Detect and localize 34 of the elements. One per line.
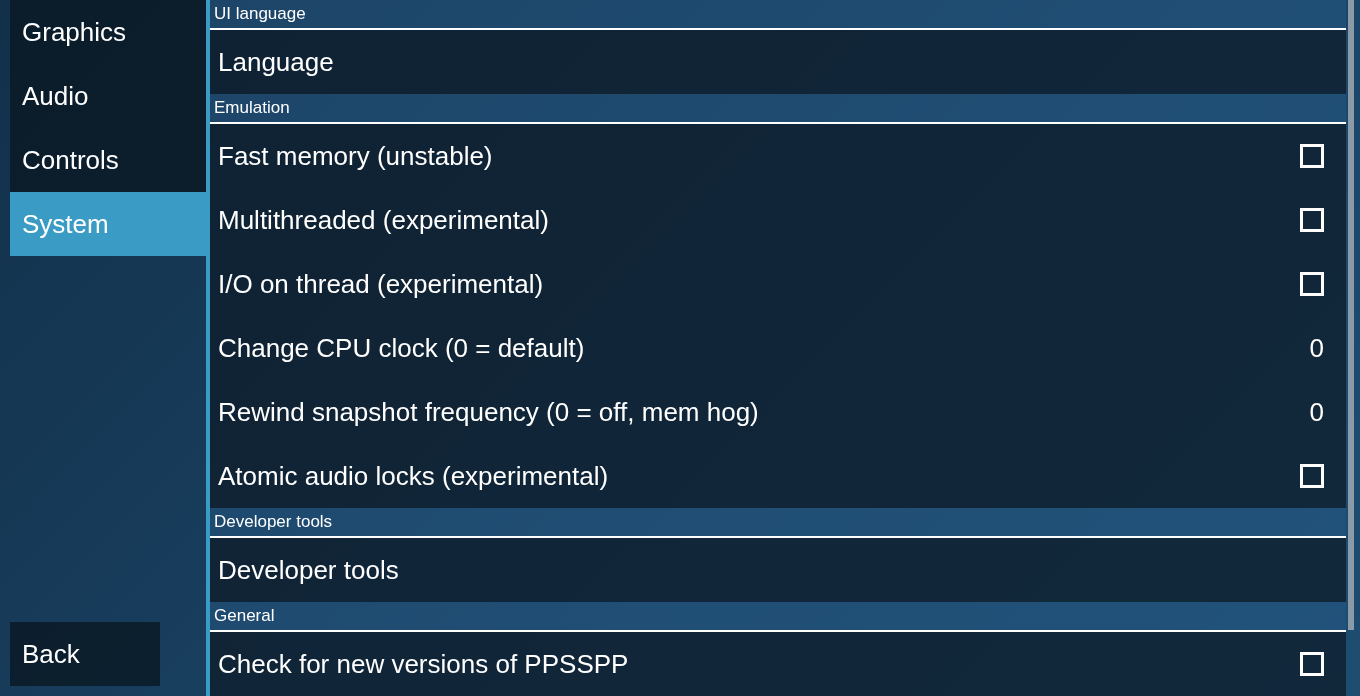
setting-row[interactable]: Multithreaded (experimental) bbox=[210, 188, 1346, 252]
section-header: UI language bbox=[210, 0, 1346, 30]
setting-row[interactable]: Atomic audio locks (experimental) bbox=[210, 444, 1346, 508]
checkbox[interactable] bbox=[1300, 208, 1324, 232]
category-tab[interactable]: Graphics bbox=[10, 0, 206, 64]
setting-value: 0 bbox=[1309, 396, 1324, 428]
section-header: Emulation bbox=[210, 94, 1346, 124]
setting-row[interactable]: Developer tools bbox=[210, 538, 1346, 602]
checkbox[interactable] bbox=[1300, 144, 1324, 168]
setting-label: Fast memory (unstable) bbox=[218, 140, 493, 172]
setting-label: Language bbox=[218, 46, 334, 78]
setting-row[interactable]: Fast memory (unstable) bbox=[210, 124, 1346, 188]
setting-row[interactable]: Language bbox=[210, 30, 1346, 94]
setting-label: Developer tools bbox=[218, 554, 399, 586]
setting-label: Change CPU clock (0 = default) bbox=[218, 332, 585, 364]
setting-row[interactable]: I/O on thread (experimental) bbox=[210, 252, 1346, 316]
category-tab[interactable]: Audio bbox=[10, 64, 206, 128]
section-header: General bbox=[210, 602, 1346, 632]
setting-row[interactable]: Rewind snapshot frequency (0 = off, mem hog) 0 bbox=[210, 380, 1346, 444]
setting-row[interactable]: Check for new versions of PPSSPP bbox=[210, 632, 1346, 696]
checkbox[interactable] bbox=[1300, 464, 1324, 488]
setting-label: Atomic audio locks (experimental) bbox=[218, 460, 609, 492]
setting-label: Rewind snapshot frequency (0 = off, mem hog) bbox=[218, 396, 759, 428]
setting-row[interactable]: Change CPU clock (0 = default) 0 bbox=[210, 316, 1346, 380]
section-header: Developer tools bbox=[210, 508, 1346, 538]
scrollbar[interactable] bbox=[1348, 0, 1354, 630]
checkbox[interactable] bbox=[1300, 652, 1324, 676]
category-tab[interactable]: Controls bbox=[10, 128, 206, 192]
checkbox[interactable] bbox=[1300, 272, 1324, 296]
setting-label: I/O on thread (experimental) bbox=[218, 268, 544, 300]
setting-label: Multithreaded (experimental) bbox=[218, 204, 549, 236]
setting-value: 0 bbox=[1309, 332, 1324, 364]
setting-label: Check for new versions of PPSSPP bbox=[218, 648, 629, 680]
back-button[interactable]: Back bbox=[10, 622, 160, 686]
